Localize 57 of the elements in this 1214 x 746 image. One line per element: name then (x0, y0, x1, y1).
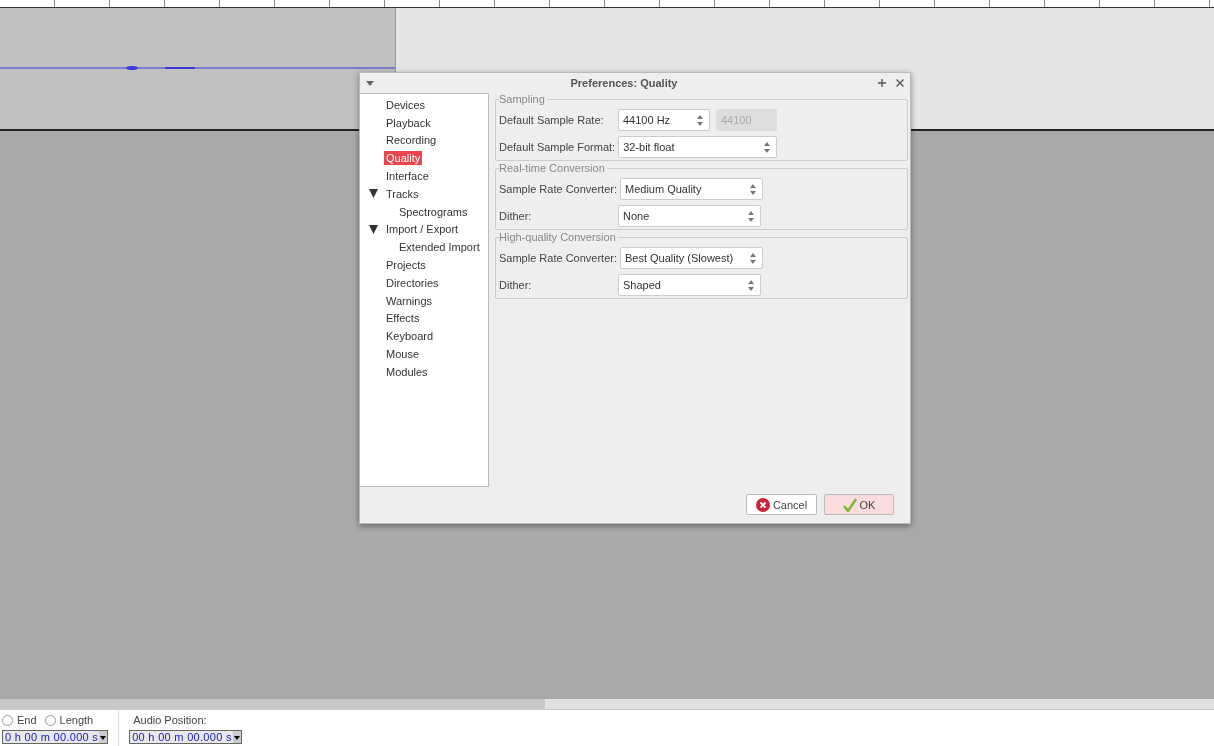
dropdown-icon[interactable] (232, 731, 241, 743)
time-field[interactable]: 0 h 00 m 00.000 s (2, 730, 109, 744)
spinner-arrows-icon (764, 141, 771, 153)
cancel-icon (755, 497, 770, 512)
category-item[interactable]: Mouse (384, 347, 422, 362)
category-item[interactable]: Tracks (384, 186, 421, 201)
expanded-triangle-icon[interactable] (369, 189, 378, 199)
category-item[interactable]: Directories (384, 275, 441, 290)
plus-icon[interactable] (878, 79, 886, 87)
category-item[interactable]: Spectrograms (397, 204, 470, 219)
category-item[interactable]: Extended Import (397, 240, 482, 255)
category-item[interactable]: Recording (384, 133, 439, 148)
category-item[interactable]: Keyboard (384, 329, 436, 344)
checkmark-icon (842, 497, 857, 512)
group-title: High-quality Conversion (499, 231, 618, 243)
dropdown[interactable]: Medium Quality (620, 178, 763, 200)
close-icon[interactable] (896, 79, 904, 87)
time-field[interactable]: 00 h 00 m 00.000 s (129, 730, 242, 744)
spinner-arrows-icon (750, 183, 756, 195)
setting-label: Sample Rate Converter: (499, 252, 618, 264)
category-item[interactable]: Quality (384, 151, 423, 166)
category-item[interactable]: Projects (384, 258, 428, 273)
setting-label: Default Sample Format: (499, 141, 617, 153)
cancel-button[interactable]: Cancel (746, 494, 817, 515)
category-item[interactable]: Import / Export (384, 222, 461, 237)
group-title: Real-time Conversion (499, 162, 607, 174)
category-item[interactable]: Playback (384, 115, 433, 130)
setting-label: Default Sample Rate: (499, 114, 605, 126)
dropdown[interactable]: 44100 Hz (618, 109, 710, 131)
dropdown-icon[interactable] (99, 731, 108, 743)
dialog-title: Preferences: Quality (569, 77, 679, 89)
spinner-arrows-icon (750, 252, 756, 264)
radio-icon[interactable] (44, 714, 56, 726)
category-item[interactable]: Interface (384, 169, 431, 184)
category-item[interactable]: Effects (384, 311, 422, 326)
dropdown[interactable]: 32-bit float (618, 136, 778, 158)
radio-icon[interactable] (2, 714, 13, 726)
dropdown[interactable]: Shaped (618, 274, 761, 296)
category-item[interactable]: Modules (384, 364, 430, 379)
setting-label: Dither: (499, 210, 533, 222)
category-item[interactable]: Warnings (384, 293, 435, 308)
group-title: Sampling (499, 93, 547, 105)
spinner-arrows-icon (748, 279, 754, 291)
dropdown[interactable]: Best Quality (Slowest) (620, 247, 763, 269)
setting-label: Dither: (499, 279, 533, 291)
spinner-arrows-icon (748, 210, 754, 222)
window-menu-icon[interactable] (366, 80, 374, 86)
spinner-arrows-icon (697, 114, 703, 126)
radio-option[interactable]: End (2, 714, 37, 726)
horizontal-scrollbar[interactable] (0, 699, 1214, 709)
category-item[interactable]: Devices (384, 97, 428, 112)
audio-position-label: Audio Position: (132, 714, 208, 726)
setting-label: Sample Rate Converter: (499, 183, 618, 195)
dropdown[interactable]: None (618, 205, 761, 227)
expanded-triangle-icon[interactable] (369, 224, 378, 234)
radio-option[interactable]: Length (44, 714, 94, 726)
ok-button[interactable]: OK (824, 494, 894, 515)
